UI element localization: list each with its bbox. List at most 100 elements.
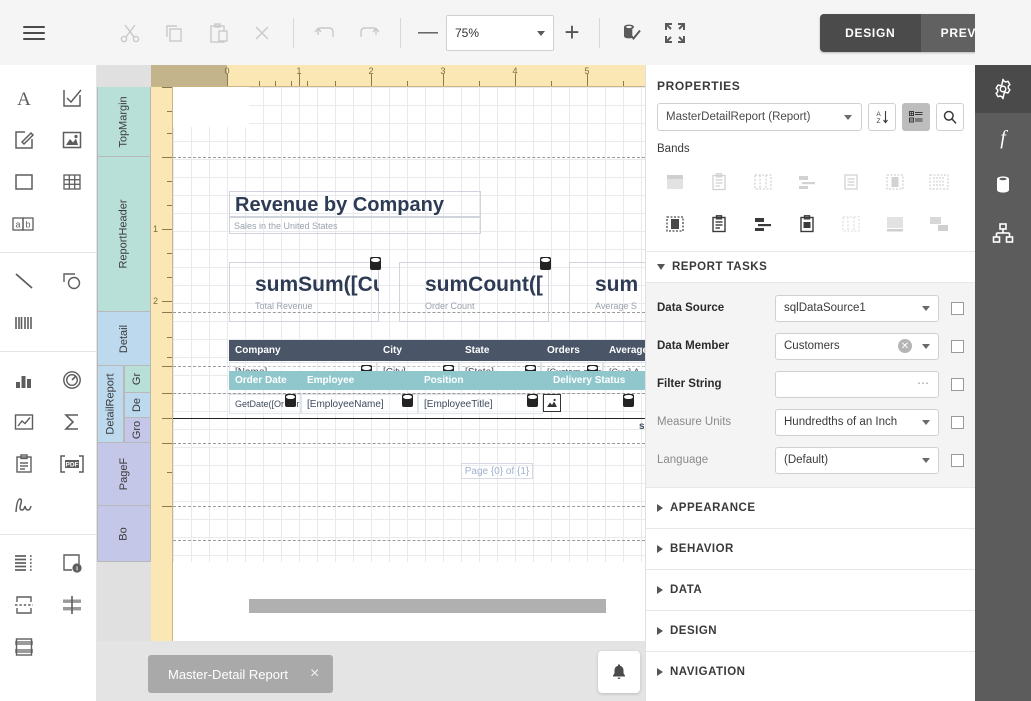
- smart-tag-icon[interactable]: [540, 257, 551, 270]
- validate-bindings-icon[interactable]: [609, 11, 653, 55]
- clear-icon[interactable]: ✕: [898, 339, 912, 353]
- band-label-detailreport[interactable]: DetailReport: [97, 366, 124, 443]
- cut-icon[interactable]: [108, 11, 152, 55]
- field-list-rail-icon[interactable]: [975, 209, 1031, 257]
- zoom-select[interactable]: 75%: [446, 15, 554, 51]
- band-label-detail[interactable]: Detail: [97, 312, 151, 366]
- page-header-band-button[interactable]: [741, 161, 785, 203]
- detail-column-header-position[interactable]: Position: [418, 371, 543, 390]
- vertical-detail-band-button[interactable]: [917, 161, 961, 203]
- detail-field-employee[interactable]: [EmployeeName]: [301, 394, 418, 414]
- section-report-tasks[interactable]: REPORT TASKS: [646, 252, 975, 282]
- band-label-pagefooter[interactable]: PageF: [97, 443, 151, 506]
- line-tool[interactable]: [0, 260, 48, 302]
- zoom-in-button[interactable]: +: [554, 15, 590, 51]
- group-footer-band-button[interactable]: [741, 203, 785, 245]
- cross-band-box-icon[interactable]: [0, 626, 48, 668]
- picture-icon[interactable]: [48, 119, 96, 161]
- smart-tag-icon[interactable]: [527, 394, 538, 407]
- detail-column-header-orderdate[interactable]: Order Date: [229, 371, 301, 390]
- band-label-topmargin[interactable]: TopMargin: [97, 87, 151, 157]
- sort-az-icon[interactable]: A Z: [868, 103, 896, 131]
- sparkline-tool[interactable]: [0, 401, 48, 443]
- barcode-tool[interactable]: [0, 302, 48, 344]
- column-header-state[interactable]: State: [459, 340, 541, 361]
- bell-icon[interactable]: [598, 651, 640, 693]
- filter-string-input[interactable]: ⋯: [775, 371, 939, 398]
- language-select[interactable]: (Default): [775, 447, 939, 474]
- top-margin-band-button[interactable]: [653, 161, 697, 203]
- report-surface[interactable]: Revenue by Company Sales in the United S…: [173, 87, 645, 701]
- page-info-icon[interactable]: i: [48, 542, 96, 584]
- expressions-rail-icon[interactable]: f: [975, 113, 1031, 161]
- section-behavior[interactable]: BEHAVIOR: [646, 529, 975, 569]
- categorized-view-icon[interactable]: [902, 103, 930, 131]
- band-sub-detail[interactable]: De: [124, 393, 151, 418]
- subreport-tool[interactable]: [0, 443, 48, 485]
- toc-icon[interactable]: [0, 542, 48, 584]
- hamburger-icon[interactable]: [12, 11, 56, 55]
- horizontal-scrollbar[interactable]: [249, 599, 606, 613]
- section-data[interactable]: DATA: [646, 570, 975, 610]
- smart-tag-icon[interactable]: [402, 394, 413, 407]
- zoom-out-button[interactable]: —: [410, 15, 446, 51]
- detail-field-position[interactable]: [EmployeeTitle]: [418, 394, 543, 414]
- redo-icon[interactable]: [347, 11, 391, 55]
- detail-column-header-employee[interactable]: Employee: [301, 371, 418, 390]
- copy-icon[interactable]: [152, 11, 196, 55]
- detail-report-band-button[interactable]: [917, 203, 961, 245]
- fullscreen-icon[interactable]: [653, 11, 697, 55]
- smart-tag-icon[interactable]: [370, 257, 381, 270]
- cross-band-line-icon[interactable]: [48, 584, 96, 626]
- rich-text-tool[interactable]: [0, 119, 48, 161]
- data-source-checkbox[interactable]: [951, 302, 964, 315]
- detail-column-header-delivery[interactable]: Delivery Status: [543, 371, 645, 390]
- close-icon[interactable]: ×: [310, 665, 319, 683]
- bottom-margin-band-button[interactable]: [873, 203, 917, 245]
- pdf-icon[interactable]: PDF: [48, 443, 96, 485]
- tab-design[interactable]: DESIGN: [820, 14, 921, 52]
- image-placeholder-icon[interactable]: [543, 394, 561, 412]
- section-design[interactable]: DESIGN: [646, 611, 975, 651]
- group-header-band-button[interactable]: [785, 161, 829, 203]
- object-selector[interactable]: MasterDetailReport (Report): [657, 103, 862, 131]
- column-header-company[interactable]: Company: [229, 340, 377, 361]
- sub-band-button[interactable]: [697, 203, 741, 245]
- database-rail-icon[interactable]: [975, 161, 1031, 209]
- properties-rail-icon[interactable]: [975, 65, 1031, 113]
- report-header-band-button[interactable]: [697, 161, 741, 203]
- data-member-select[interactable]: Customers ✕: [775, 333, 939, 360]
- delete-icon[interactable]: [240, 11, 284, 55]
- label-tool[interactable]: A: [0, 77, 48, 119]
- chart-tool[interactable]: [0, 359, 48, 401]
- panel-tool[interactable]: [0, 161, 48, 203]
- column-header-city[interactable]: City: [377, 340, 459, 361]
- band-label-reportheader[interactable]: ReportHeader: [97, 157, 151, 312]
- page-break-icon[interactable]: [0, 584, 48, 626]
- vertical-total-band-button[interactable]: [653, 203, 697, 245]
- band-sub-groupheader[interactable]: Gr: [124, 366, 151, 393]
- smart-tag-icon[interactable]: [285, 394, 296, 407]
- character-comb-tool[interactable]: a b: [0, 203, 48, 245]
- filter-string-checkbox[interactable]: [951, 378, 964, 391]
- undo-icon[interactable]: [303, 11, 347, 55]
- measure-units-select[interactable]: Hundredths of an Inch: [775, 409, 939, 436]
- detail-band-button[interactable]: [829, 161, 873, 203]
- shape-tool[interactable]: [48, 260, 96, 302]
- search-icon[interactable]: [936, 103, 964, 131]
- measure-units-checkbox[interactable]: [951, 416, 964, 429]
- smart-tag-icon[interactable]: [623, 394, 634, 407]
- check-box-tool[interactable]: [48, 77, 96, 119]
- report-footer-band-button[interactable]: [785, 203, 829, 245]
- pivot-grid-tool[interactable]: [48, 401, 96, 443]
- table-tool[interactable]: [48, 161, 96, 203]
- column-header-orders[interactable]: Orders: [541, 340, 603, 361]
- design-canvas[interactable]: 0 1 2 3 4 5 TopMargin ReportHeader Detai…: [97, 65, 645, 701]
- ellipsis-icon[interactable]: ⋯: [917, 376, 930, 390]
- paste-icon[interactable]: [196, 11, 240, 55]
- section-appearance[interactable]: APPEARANCE: [646, 488, 975, 528]
- band-label-bottommargin[interactable]: Bo: [97, 506, 151, 562]
- section-navigation[interactable]: NAVIGATION: [646, 652, 975, 692]
- tab-master-detail-report[interactable]: Master-Detail Report ×: [148, 655, 333, 693]
- band-sub-groupfooter[interactable]: Gro: [124, 418, 151, 443]
